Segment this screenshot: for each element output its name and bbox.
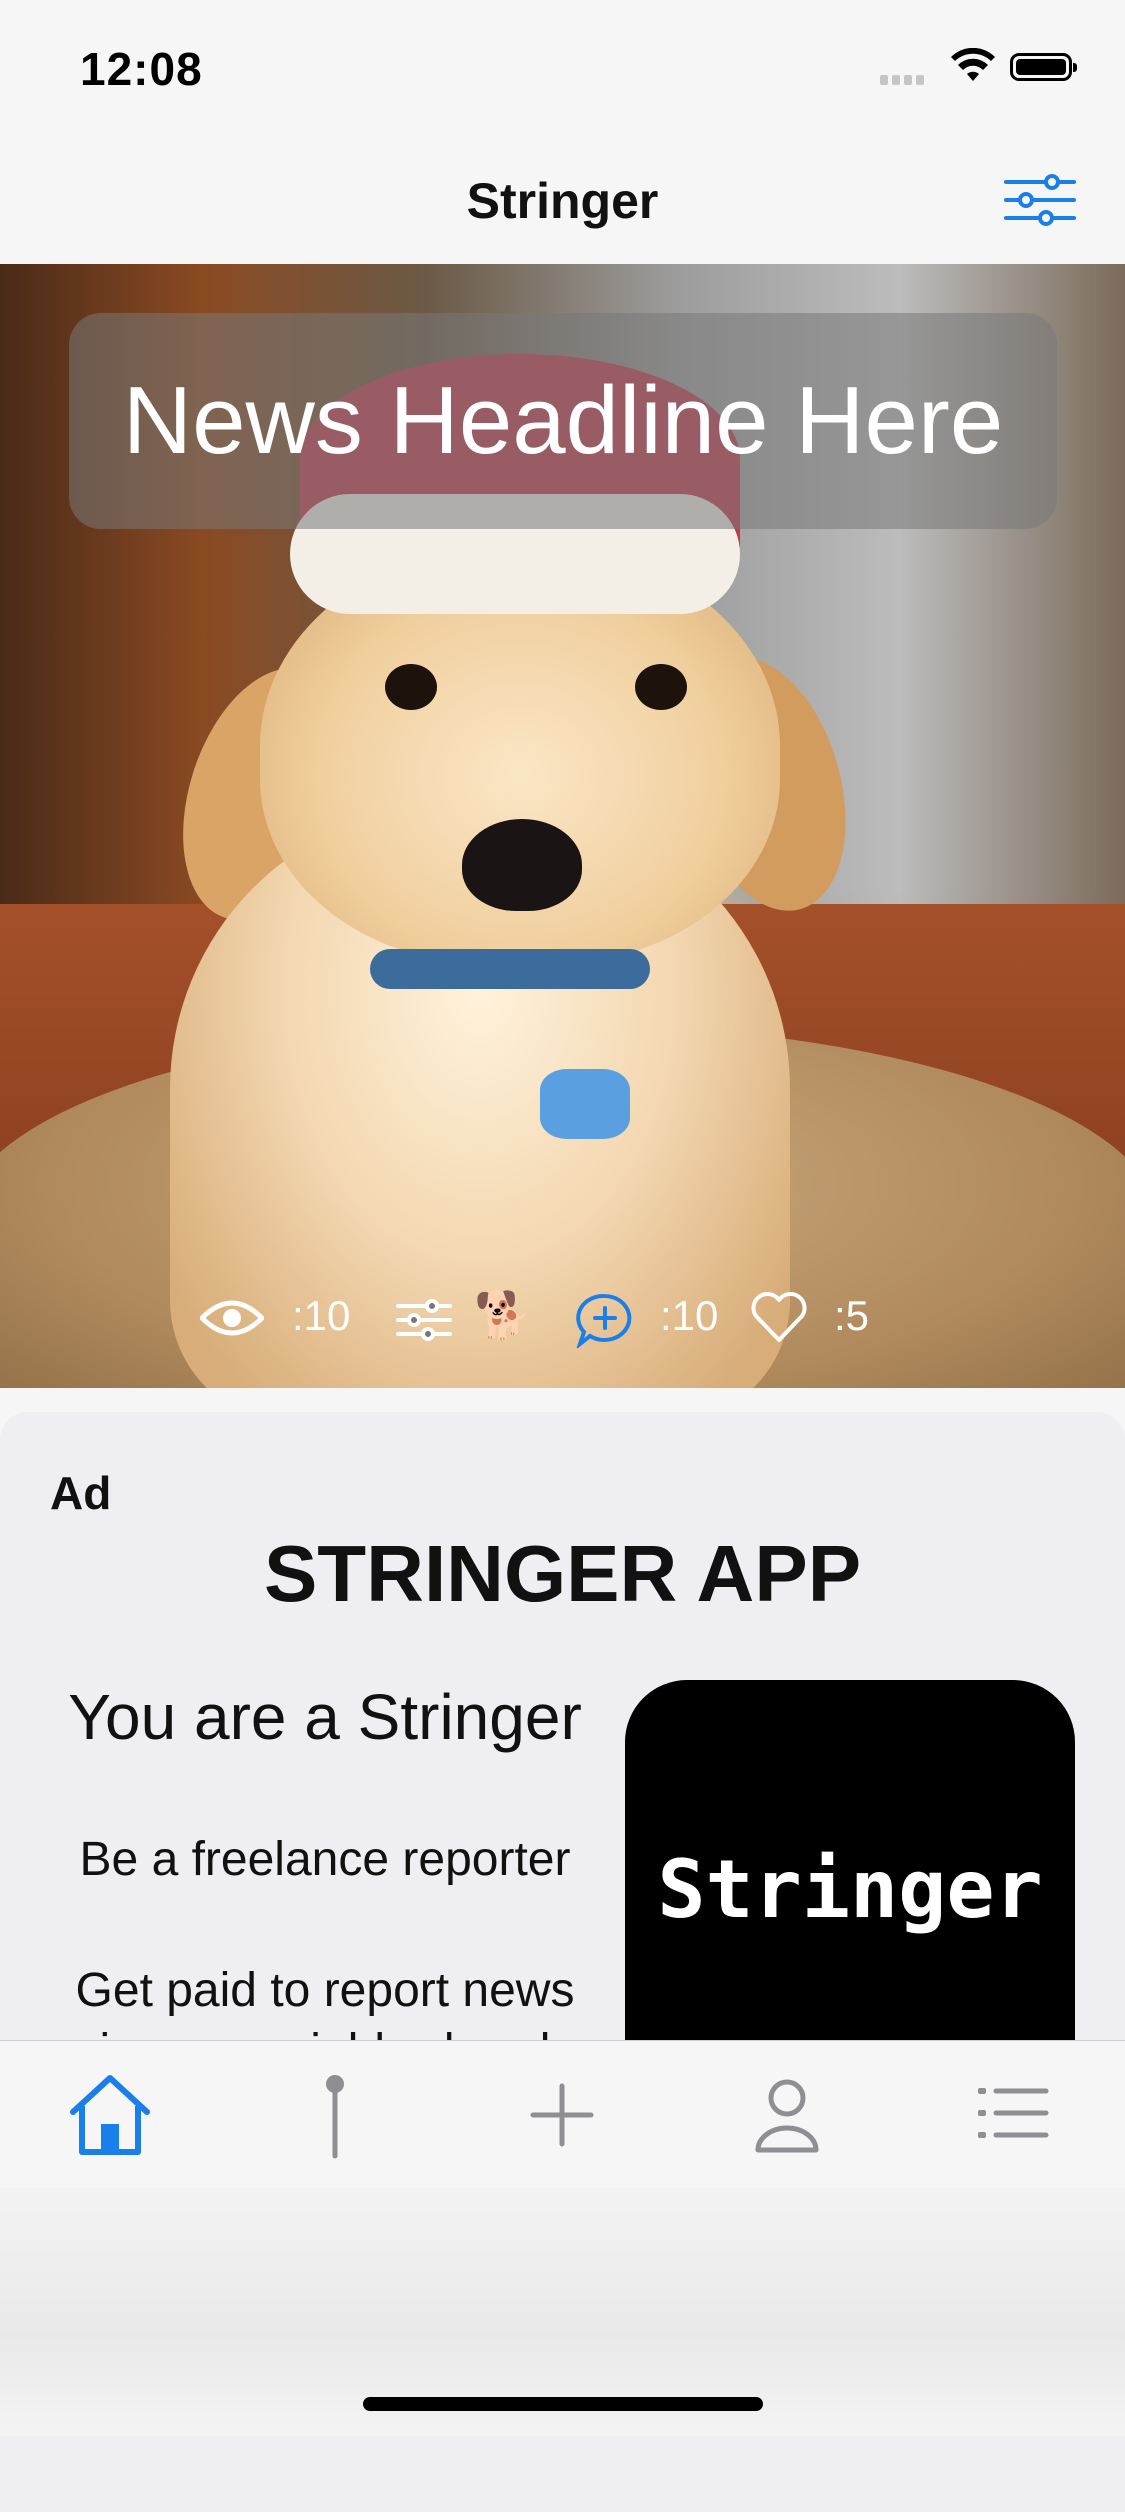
news-headline[interactable]: News Headline Here xyxy=(69,313,1057,529)
comments-count: :10 xyxy=(660,1292,719,1339)
filter-settings-button[interactable] xyxy=(1000,168,1080,232)
stats-row: :10 🐕 :10 :5 xyxy=(200,1278,920,1358)
ad-description-2: Get paid to report news xyxy=(75,1964,575,2017)
cellular-signal-icon xyxy=(880,72,928,90)
ad-title: STRINGER APP xyxy=(263,1529,862,1618)
list-icon[interactable] xyxy=(956,2060,1066,2170)
ad-label: Ad xyxy=(50,1467,112,1519)
comment-icon[interactable] xyxy=(576,1292,634,1348)
home-icon[interactable] xyxy=(55,2060,165,2170)
map-pin-icon[interactable] xyxy=(280,2060,390,2170)
status-time: 12:08 xyxy=(80,43,203,95)
status-bar: 12:08 xyxy=(0,0,1125,132)
home-indicator[interactable] xyxy=(363,2397,763,2411)
heart-icon[interactable] xyxy=(750,1292,808,1344)
navigation-bar: Stringer xyxy=(0,132,1125,265)
battery-icon xyxy=(1010,53,1077,81)
likes-count: :5 xyxy=(834,1292,870,1339)
ad-tagline: You are a Stringer xyxy=(68,1681,582,1753)
dog-emoji: 🐕 xyxy=(474,1289,532,1341)
ad-description-1: Be a freelance reporter xyxy=(79,1833,571,1886)
eye-icon xyxy=(200,1300,264,1336)
plus-icon[interactable] xyxy=(507,2060,617,2170)
page-title: Stringer xyxy=(466,173,659,229)
profile-icon[interactable] xyxy=(732,2060,842,2170)
views-count: :10 xyxy=(292,1292,351,1339)
sliders-icon[interactable] xyxy=(396,1298,452,1342)
wifi-icon xyxy=(951,48,995,81)
